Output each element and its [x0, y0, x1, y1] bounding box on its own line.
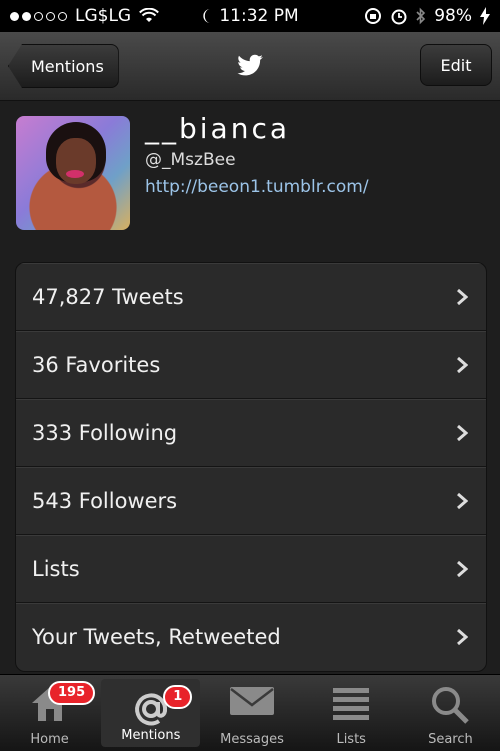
- username: @_MszBee: [145, 150, 236, 170]
- chevron-right-icon: [457, 356, 468, 373]
- edit-button[interactable]: Edit: [420, 44, 492, 86]
- tab-label: Mentions: [121, 728, 181, 743]
- tab-bar: 195 Home 1 Mentions Messages Lists Searc…: [0, 674, 500, 751]
- menu-item-followers[interactable]: 543 Followers: [16, 467, 486, 535]
- menu-item-favorites[interactable]: 36 Favorites: [16, 331, 486, 399]
- twitter-bird-icon: [237, 54, 263, 76]
- tab-label: Search: [428, 732, 473, 747]
- list-icon: [333, 688, 370, 720]
- status-bar: LG$LG 11:32 PM 98%: [0, 0, 500, 32]
- tab-label: Messages: [220, 732, 284, 747]
- tab-lists[interactable]: Lists: [302, 675, 401, 751]
- tab-mentions[interactable]: 1 Mentions: [101, 679, 201, 747]
- signal-strength-icon: [10, 11, 67, 21]
- back-button-label: Mentions: [31, 56, 104, 76]
- wifi-icon: [139, 8, 160, 22]
- search-icon: [432, 687, 470, 724]
- rotation-lock-icon: [365, 8, 382, 24]
- tab-home[interactable]: 195 Home: [0, 675, 99, 751]
- profile-stats-menu: 47,827 Tweets 36 Favorites 333 Following…: [15, 262, 487, 672]
- clock-time: 11:32 PM: [219, 6, 299, 26]
- tab-label: Home: [30, 732, 69, 747]
- menu-item-label: 47,827 Tweets: [32, 284, 184, 309]
- back-button[interactable]: Mentions: [8, 44, 119, 88]
- avatar[interactable]: [16, 116, 130, 230]
- carrier-name: LG$LG: [75, 6, 132, 26]
- chevron-right-icon: [457, 424, 468, 441]
- menu-item-label: 543 Followers: [32, 488, 178, 513]
- bluetooth-icon: [416, 7, 426, 25]
- tab-label: Lists: [336, 732, 366, 747]
- chevron-right-icon: [457, 560, 468, 577]
- mentions-badge: 1: [163, 685, 193, 709]
- home-badge: 195: [48, 681, 96, 705]
- display-name: __bianca: [145, 112, 291, 145]
- menu-item-following[interactable]: 333 Following: [16, 399, 486, 467]
- menu-item-label: 36 Favorites: [32, 352, 161, 377]
- chevron-right-icon: [457, 288, 468, 305]
- moon-icon: [203, 9, 211, 23]
- menu-item-label: Lists: [32, 556, 80, 581]
- edit-button-label: Edit: [440, 55, 472, 75]
- alarm-icon: [391, 9, 407, 25]
- tab-messages[interactable]: Messages: [202, 675, 301, 751]
- menu-item-lists[interactable]: Lists: [16, 535, 486, 603]
- menu-item-label: Your Tweets, Retweeted: [32, 625, 281, 649]
- envelope-icon: [230, 687, 274, 715]
- tab-search[interactable]: Search: [401, 675, 500, 751]
- menu-item-tweets[interactable]: 47,827 Tweets: [16, 263, 486, 331]
- battery-percent: 98%: [434, 6, 472, 26]
- menu-item-retweeted[interactable]: Your Tweets, Retweeted: [16, 603, 486, 671]
- charging-bolt-icon: [480, 7, 490, 25]
- profile-url-link[interactable]: http://beeon1.tumblr.com/: [145, 177, 369, 197]
- chevron-right-icon: [457, 628, 468, 646]
- menu-item-label: 333 Following: [32, 420, 178, 445]
- chevron-right-icon: [457, 492, 468, 509]
